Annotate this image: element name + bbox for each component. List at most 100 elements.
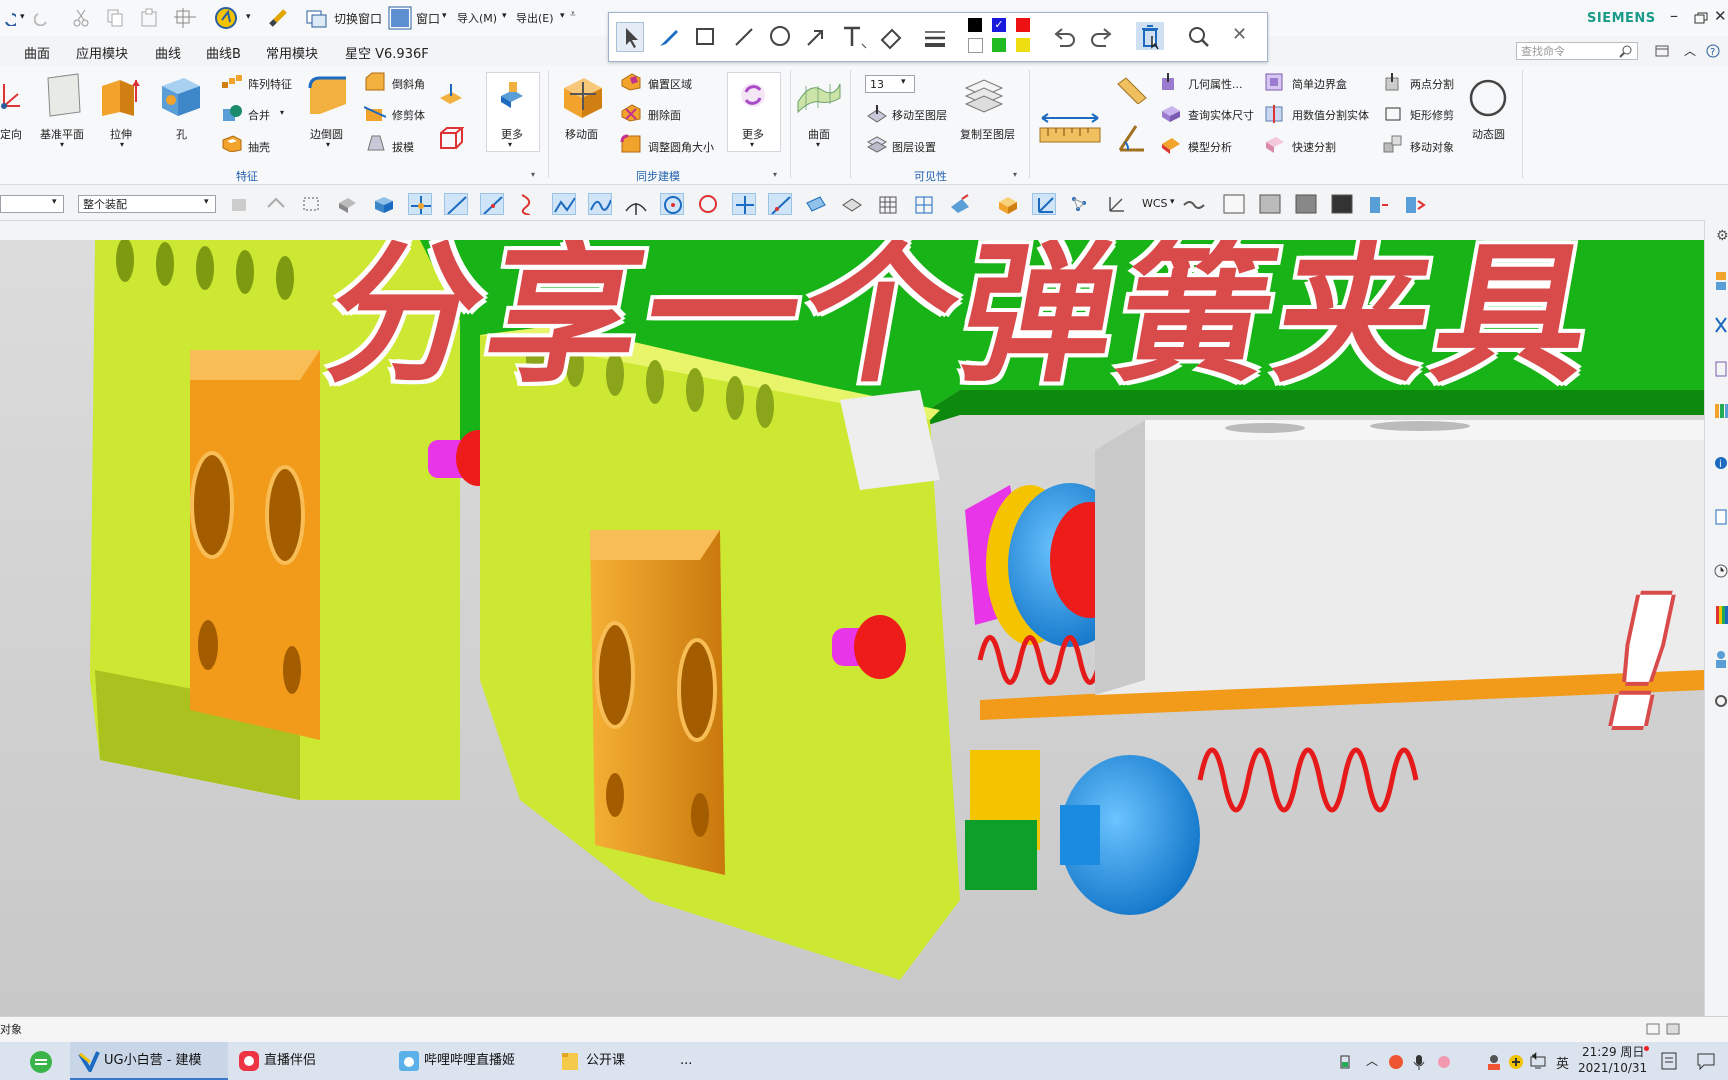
menu-curve-b[interactable]: 曲线B [206,43,241,62]
measure-distance-icon[interactable] [1038,110,1102,146]
rectangle-trim-button[interactable]: 矩形修剪 [1410,107,1454,123]
eraser-tool-icon[interactable] [878,24,904,50]
zoom-annotation-icon[interactable] [1186,24,1214,50]
tray-record-icon[interactable] [1388,1054,1404,1070]
chamfer-button[interactable]: 倒斜角 [392,76,425,92]
action-center-icon[interactable] [1696,1052,1716,1070]
search-icon[interactable] [1619,44,1633,58]
arrow-tool-icon[interactable] [804,25,830,49]
angle-icon[interactable] [1116,122,1148,154]
snap-tangent-icon[interactable] [624,193,648,215]
select-box-icon[interactable] [300,193,324,215]
clock-time[interactable]: 21:29 周日 [1582,1043,1644,1060]
tray-flower-icon[interactable] [1436,1054,1452,1070]
line-width-icon[interactable] [922,24,950,50]
snap-endpoint-icon[interactable] [480,193,504,215]
dynamic-circle-icon[interactable] [1468,78,1508,118]
menu-application[interactable]: 应用模块 [76,43,128,62]
tray-expand-icon[interactable]: ︿ [1366,1052,1378,1069]
window-menu[interactable]: 窗口 [416,10,440,27]
shell-button[interactable]: 抽壳 [248,139,270,155]
unite-dropdown-icon[interactable]: ▾ [280,108,284,117]
touch-mode-icon[interactable] [214,6,240,30]
snap-quadrant-icon[interactable] [696,193,720,215]
constraint-navigator-icon[interactable] [1714,314,1728,336]
system-materials-icon[interactable] [1714,690,1728,712]
surface-icon[interactable] [796,76,842,116]
close-icon[interactable]: ✕ [1714,7,1727,25]
switch-window-icon[interactable] [306,8,328,28]
color-yellow-swatch[interactable] [1016,38,1030,52]
color-red-swatch[interactable] [1016,18,1030,32]
measure-solid-button[interactable]: 查询实体尺寸 [1188,107,1254,123]
tray-user-icon[interactable] [1486,1054,1502,1070]
window-icon[interactable] [388,6,412,30]
show-hide-icon[interactable] [1366,193,1390,215]
customize-icon[interactable]: ⩡ [570,9,576,20]
shading-light-icon[interactable] [1258,193,1282,215]
edge-blend-dropdown-icon[interactable]: ▾ [326,140,330,149]
history-icon[interactable] [1714,560,1728,582]
triad-icon[interactable] [1104,193,1128,215]
microphone-icon[interactable] [1412,1054,1426,1070]
rectangle-trim-icon[interactable] [1382,103,1404,123]
task-live-companion[interactable]: 直播伴侣 [264,1042,316,1080]
more-sync-icon[interactable] [738,80,768,110]
copy-icon[interactable] [106,8,124,28]
shading-wireframe-icon[interactable] [1222,193,1246,215]
task-bilibili-live[interactable]: 哔哩哔哩直播姬 [424,1042,515,1080]
unite-icon[interactable] [221,103,243,125]
geometry-properties-icon[interactable] [1160,72,1182,92]
transform-icon[interactable] [174,8,196,28]
delete-face-button[interactable]: 删除面 [648,107,681,123]
csys-icon[interactable] [1032,193,1056,215]
hole-button[interactable]: 孔 [176,126,187,142]
restore-icon[interactable] [1694,12,1708,24]
visibility-group-expand-icon[interactable]: ▾ [1013,170,1017,179]
task-more[interactable]: ... [680,1042,692,1080]
color-blue-swatch[interactable]: ✓ [992,18,1006,32]
tray-add-icon[interactable] [1508,1054,1524,1070]
draft-button[interactable]: 拔模 [392,139,414,155]
help-icon[interactable]: ? [1706,44,1720,58]
pattern-feature-icon[interactable] [221,74,243,92]
bounding-box-button[interactable]: 简单边界盒 [1292,76,1347,92]
hole-icon[interactable] [158,74,204,118]
cut-icon[interactable] [72,8,90,28]
snap-arrow-icon[interactable] [948,193,972,215]
collapse-ribbon-icon[interactable]: ︿ [1684,42,1696,59]
layer-select[interactable]: 13 [865,75,915,93]
export-dropdown-icon[interactable]: ▾ [560,11,565,21]
sync-group-expand-icon[interactable]: ▾ [773,170,777,179]
clear-annotation-icon[interactable] [1136,22,1164,50]
feature-group-expand-icon[interactable]: ▾ [531,170,535,179]
line-tool-icon[interactable] [732,25,756,49]
color-black-swatch[interactable] [968,18,982,32]
pattern-feature-button[interactable]: 阵列特征 [248,76,292,92]
status-fullscreen-icon[interactable] [1666,1022,1680,1036]
part-navigator-icon[interactable] [1714,358,1728,380]
menu-surface[interactable]: 曲面 [24,43,50,62]
delete-face-icon[interactable] [620,103,642,123]
wcs-menu[interactable]: WCS [1142,197,1168,210]
folder-icon[interactable] [560,1050,582,1072]
graphics-viewport[interactable]: 分享一个弹簧夹具 ! [0,240,1704,1016]
orient-icon[interactable] [0,76,24,112]
role-icon[interactable] [1714,648,1728,670]
undo-annotation-icon[interactable] [1050,24,1078,50]
more-features-dropdown-icon[interactable]: ▾ [508,140,512,149]
menu-common[interactable]: 常用模块 [266,43,318,62]
layer-settings-button[interactable]: 图层设置 [892,139,936,155]
move-object-button[interactable]: 移动对象 [1410,139,1454,155]
volume-icon[interactable]: 🔈︎ [1532,1048,1540,1064]
snap-polyline-icon[interactable] [552,193,576,215]
quick-split-button[interactable]: 快速分割 [1292,139,1336,155]
surface-dropdown-icon[interactable]: ▾ [816,140,820,149]
snap-spline-icon[interactable] [588,193,612,215]
snap-grid-icon[interactable] [876,193,900,215]
web-browser-icon[interactable] [1714,506,1728,528]
bilibili-live-icon[interactable] [398,1050,420,1072]
offset-region-icon[interactable] [620,72,642,92]
brush-icon[interactable] [268,8,290,28]
menu-curve[interactable]: 曲线 [155,43,181,62]
